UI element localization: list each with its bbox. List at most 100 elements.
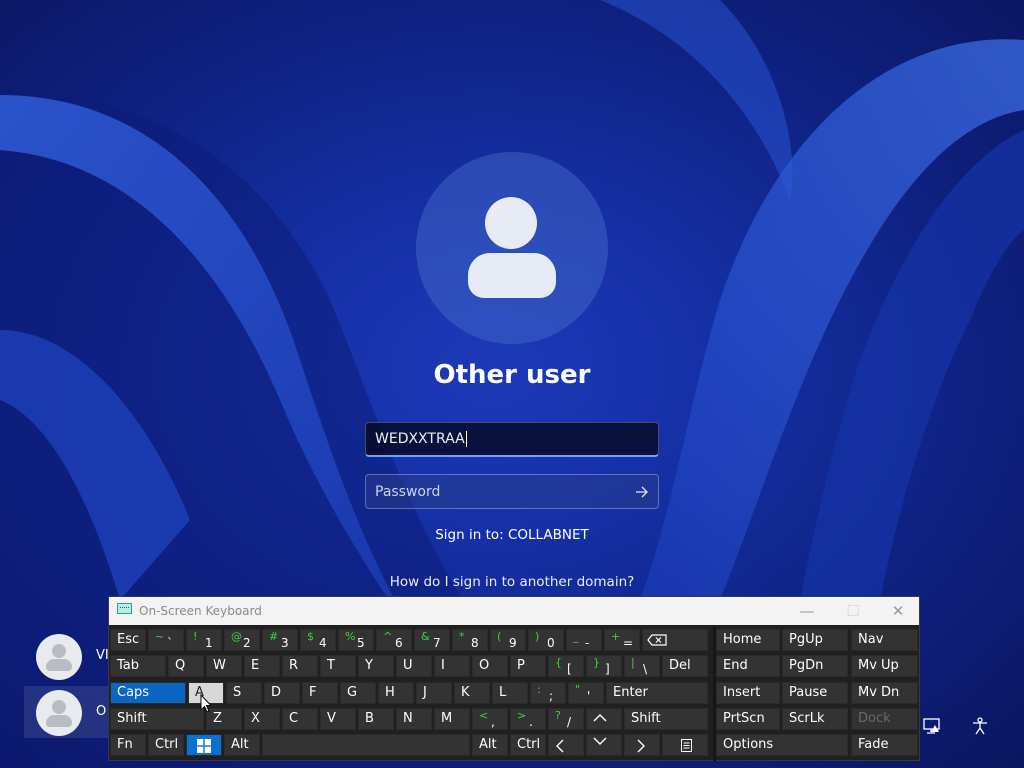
key-period[interactable]: >. <box>510 708 546 730</box>
key-backslash[interactable]: | \ <box>624 655 660 677</box>
key-k[interactable]: K <box>454 682 490 704</box>
minimize-button[interactable]: — <box>797 602 817 620</box>
key-prtscn[interactable]: PrtScn <box>716 708 780 730</box>
key-comma[interactable]: <, <box>472 708 508 730</box>
key-y[interactable]: Y <box>358 655 394 677</box>
key-o[interactable]: O <box>472 655 508 677</box>
network-icon[interactable] <box>922 716 942 736</box>
close-button[interactable]: ✕ <box>888 602 908 620</box>
key-mvup[interactable]: Mv Up <box>851 655 918 677</box>
key-space[interactable] <box>262 734 470 756</box>
key-r[interactable]: R <box>282 655 318 677</box>
key-pgup[interactable]: PgUp <box>782 629 848 651</box>
key-8[interactable]: * 8 <box>452 629 488 651</box>
key-right-arrow[interactable] <box>624 734 660 756</box>
username-input[interactable]: WEDXXTRAA <box>365 422 659 457</box>
key-shift-right[interactable]: Shift <box>624 708 708 730</box>
key-del[interactable]: Del <box>662 655 708 677</box>
key-mvdn[interactable]: Mv Dn <box>851 682 918 704</box>
key-left-arrow[interactable] <box>548 734 584 756</box>
key-tilde[interactable]: ~ ` <box>148 629 184 651</box>
accessibility-icon[interactable] <box>970 716 990 736</box>
key-home[interactable]: Home <box>716 629 780 651</box>
key-alt-right[interactable]: Alt <box>472 734 508 756</box>
key-equals[interactable]: + = <box>604 629 640 651</box>
key-tab[interactable]: Tab <box>110 655 166 677</box>
text-caret <box>465 431 467 447</box>
key-6[interactable]: ^ 6 <box>376 629 412 651</box>
key-menu[interactable] <box>662 734 708 756</box>
key-options[interactable]: Options <box>716 734 848 756</box>
key-9[interactable]: (9 <box>490 629 526 651</box>
key-semicolon[interactable]: :; <box>530 682 566 704</box>
password-input[interactable]: Password <box>365 474 659 509</box>
key-j[interactable]: J <box>416 682 452 704</box>
key-t[interactable]: T <box>320 655 356 677</box>
person-body-icon <box>46 659 72 671</box>
key-label: Home <box>723 632 762 647</box>
key-insert[interactable]: Insert <box>716 682 780 704</box>
maximize-button[interactable]: ☐ <box>843 602 863 620</box>
key-label: D <box>271 685 282 700</box>
key-7[interactable]: & 7 <box>414 629 450 651</box>
user-list-item[interactable]: VI <box>24 630 114 682</box>
key-windows[interactable] <box>186 734 222 756</box>
key-ctrl-left[interactable]: Ctrl <box>148 734 184 756</box>
backspace-icon <box>647 634 667 646</box>
key-m[interactable]: M <box>434 708 470 730</box>
key-pgdn[interactable]: PgDn <box>782 655 848 677</box>
key-symbol: 8 <box>471 636 479 650</box>
key-4[interactable]: $4 <box>300 629 336 651</box>
key-x[interactable]: X <box>244 708 280 730</box>
key-n[interactable]: N <box>396 708 432 730</box>
key-backspace[interactable] <box>642 629 708 651</box>
user-title: Other user <box>433 360 591 390</box>
key-ctrl-right[interactable]: Ctrl <box>510 734 546 756</box>
key-esc[interactable]: Esc <box>110 629 146 651</box>
key-fn[interactable]: Fn <box>110 734 146 756</box>
key-g[interactable]: G <box>340 682 376 704</box>
key-c[interactable]: C <box>282 708 318 730</box>
key-f[interactable]: F <box>302 682 338 704</box>
key-p[interactable]: P <box>510 655 546 677</box>
key-shift-left[interactable]: Shift <box>110 708 204 730</box>
key-right-bracket[interactable]: }] <box>586 655 622 677</box>
key-alt-left[interactable]: Alt <box>224 734 260 756</box>
key-quote[interactable]: " ' <box>568 682 604 704</box>
key-enter[interactable]: Enter <box>606 682 708 704</box>
key-end[interactable]: End <box>716 655 780 677</box>
key-scrlk[interactable]: ScrLk <box>782 708 848 730</box>
person-body-icon <box>46 715 72 727</box>
key-e[interactable]: E <box>244 655 280 677</box>
key-0[interactable]: ) 0 <box>528 629 564 651</box>
key-5[interactable]: % 5 <box>338 629 374 651</box>
key-s[interactable]: S <box>226 682 262 704</box>
key-pause[interactable]: Pause <box>782 682 848 704</box>
key-1[interactable]: ! 1 <box>186 629 222 651</box>
key-l[interactable]: L <box>492 682 528 704</box>
key-slash[interactable]: ? / <box>548 708 584 730</box>
key-up-arrow[interactable] <box>586 708 622 730</box>
key-d[interactable]: D <box>264 682 300 704</box>
key-2[interactable]: @2 <box>224 629 260 651</box>
key-caps[interactable]: Caps <box>110 682 186 704</box>
key-fade[interactable]: Fade <box>851 734 918 756</box>
key-nav[interactable]: Nav <box>851 629 918 651</box>
domain-help-link[interactable]: How do I sign in to another domain? <box>362 574 662 590</box>
key-label: PgUp <box>789 632 823 647</box>
key-down-arrow[interactable] <box>586 734 622 756</box>
key-u[interactable]: U <box>396 655 432 677</box>
key-minus[interactable]: _ - <box>566 629 602 651</box>
key-shift-symbol: % <box>345 630 356 643</box>
key-h[interactable]: H <box>378 682 414 704</box>
key-3[interactable]: #3 <box>262 629 298 651</box>
user-list-item-selected[interactable]: O <box>24 686 114 738</box>
key-w[interactable]: W <box>206 655 242 677</box>
key-left-bracket[interactable]: {[ <box>548 655 584 677</box>
key-i[interactable]: I <box>434 655 470 677</box>
key-q[interactable]: Q <box>168 655 204 677</box>
submit-arrow-icon[interactable] <box>635 486 649 498</box>
key-b[interactable]: B <box>358 708 394 730</box>
osk-titlebar[interactable]: On-Screen Keyboard — ☐ ✕ <box>109 597 919 625</box>
key-v[interactable]: V <box>320 708 356 730</box>
